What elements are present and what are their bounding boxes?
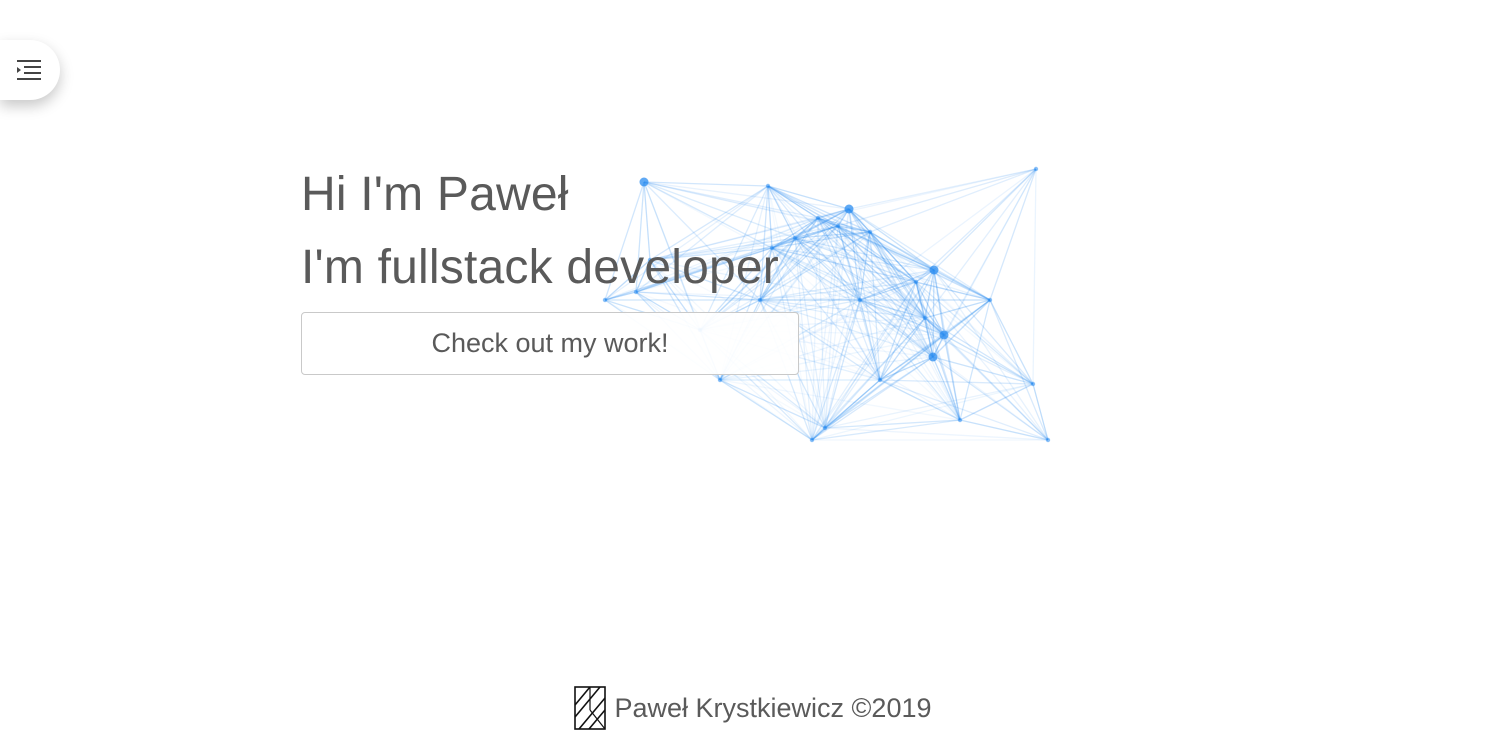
network-edge bbox=[879, 379, 1034, 385]
hero-greeting: Hi I'm Paweł bbox=[301, 168, 569, 221]
hero: Hi I'm Paweł I'm fullstack developer bbox=[301, 158, 861, 304]
network-node bbox=[717, 377, 723, 383]
network-node bbox=[957, 417, 963, 423]
menu-indent-icon bbox=[17, 60, 41, 80]
network-node bbox=[913, 279, 919, 285]
network-edge bbox=[719, 379, 961, 421]
network-node bbox=[929, 265, 939, 275]
page: Hi I'm Paweł I'm fullstack developer Che… bbox=[0, 0, 1500, 750]
network-node bbox=[822, 425, 828, 431]
network-edge bbox=[943, 334, 1049, 441]
menu-toggle-button[interactable] bbox=[0, 40, 60, 100]
network-node bbox=[877, 377, 883, 383]
network-edge bbox=[1032, 168, 1037, 385]
footer: Paweł Krystkiewicz ©2019 bbox=[0, 683, 1500, 733]
network-node bbox=[928, 352, 938, 362]
striped-logo-icon bbox=[574, 686, 607, 730]
network-node bbox=[867, 229, 873, 235]
network-node bbox=[1045, 437, 1051, 443]
network-node bbox=[939, 330, 949, 340]
footer-copyright: Paweł Krystkiewicz ©2019 bbox=[614, 692, 932, 723]
network-node bbox=[922, 315, 928, 321]
network-node bbox=[1033, 166, 1039, 172]
hero-role: I'm fullstack developer bbox=[301, 241, 779, 294]
check-out-work-button[interactable]: Check out my work! bbox=[301, 312, 799, 375]
network-node bbox=[809, 437, 815, 443]
network-node bbox=[1030, 381, 1036, 387]
network-edge bbox=[989, 168, 1037, 301]
network-node bbox=[987, 297, 993, 303]
